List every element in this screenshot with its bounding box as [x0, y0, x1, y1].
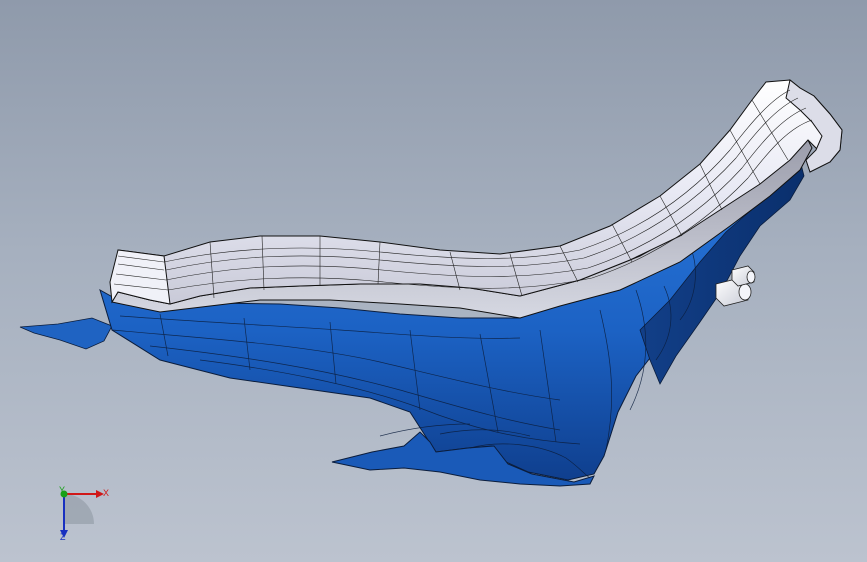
- triad-x-label: X: [103, 488, 110, 498]
- triad-z-label: Z: [60, 532, 66, 542]
- graphics-viewport[interactable]: X Y Z: [0, 0, 867, 562]
- 3d-part-model[interactable]: [0, 0, 867, 562]
- triad-y-label: Y: [59, 485, 66, 495]
- shell-front-tip: [19, 317, 113, 350]
- coordinate-triad: X Y Z: [44, 480, 124, 550]
- triad-axes-icon: [60, 490, 104, 538]
